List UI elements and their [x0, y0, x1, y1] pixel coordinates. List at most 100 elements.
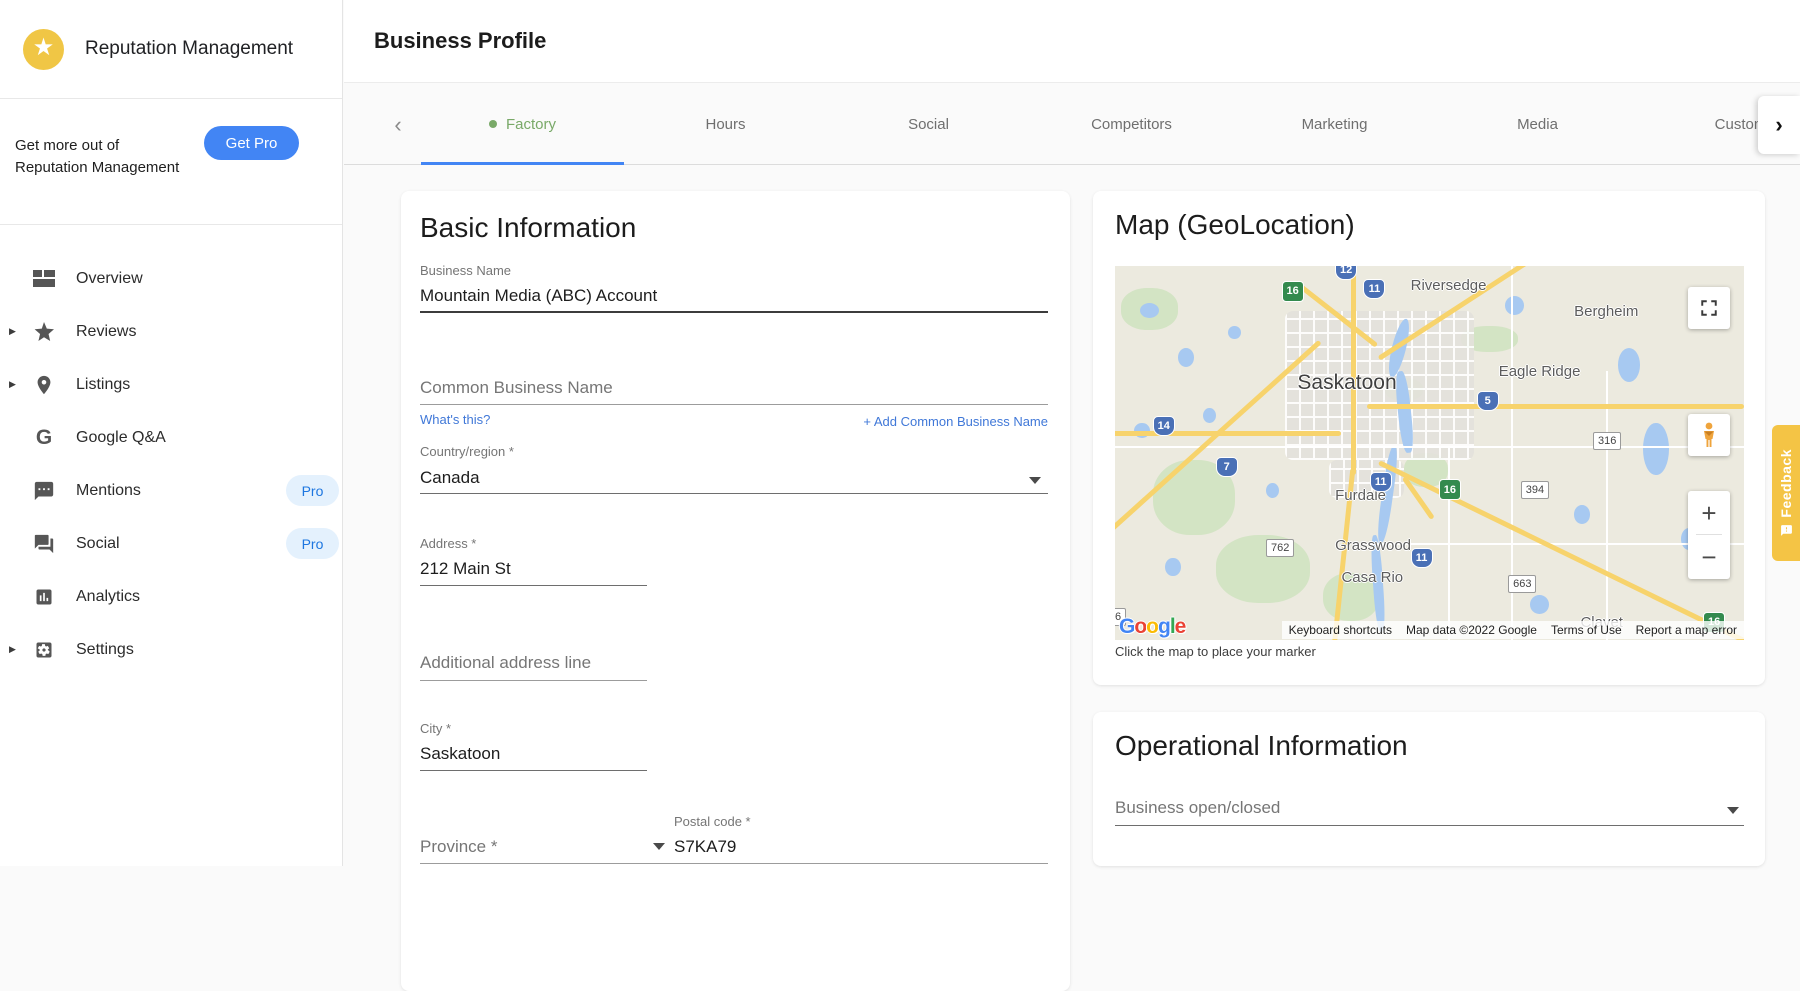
expand-caret-icon[interactable]: ▶: [9, 379, 19, 390]
sidebar-item-label: Analytics: [76, 588, 140, 606]
input-underline: [1115, 825, 1744, 826]
keyboard-shortcuts-link[interactable]: Keyboard shortcuts: [1282, 621, 1399, 639]
route-shield-316: 316: [1593, 432, 1621, 450]
business-name-input[interactable]: Mountain Media (ABC) Account: [420, 286, 657, 306]
address-input[interactable]: 212 Main St: [420, 559, 511, 579]
map-road: [1606, 371, 1608, 640]
tab-label: Factory: [506, 116, 556, 133]
card-title: Basic Information: [420, 212, 636, 244]
expand-caret-icon[interactable]: ▶: [9, 326, 19, 337]
common-business-name-input[interactable]: Common Business Name: [420, 378, 613, 398]
input-underline: [420, 680, 647, 681]
fullscreen-button[interactable]: [1688, 287, 1730, 329]
sidebar-item-google-qa[interactable]: G Google Q&A: [0, 411, 342, 464]
sidebar-item-overview[interactable]: Overview: [0, 252, 342, 305]
zoom-out-button[interactable]: −: [1688, 535, 1730, 578]
app-logo: ★: [23, 29, 64, 70]
gear-icon: [32, 638, 56, 662]
tab-hours[interactable]: Hours: [624, 84, 827, 164]
business-name-label: Business Name: [420, 263, 511, 278]
feedback-icon: [1780, 524, 1793, 537]
sidebar-item-listings[interactable]: ▶ Listings: [0, 358, 342, 411]
country-region-select[interactable]: Canada: [420, 468, 480, 488]
promo-section: Get more out of Reputation Management Ge…: [0, 99, 342, 225]
route-shield-11: 11: [1411, 548, 1433, 568]
tab-marketing[interactable]: Marketing: [1233, 84, 1436, 164]
feedback-label: Feedback: [1778, 449, 1794, 518]
additional-address-input[interactable]: Additional address line: [420, 653, 591, 673]
map-lake: [1203, 408, 1216, 423]
sidebar-item-label: Overview: [76, 270, 143, 288]
tab-competitors[interactable]: Competitors: [1030, 84, 1233, 164]
sidebar-item-mentions[interactable]: Mentions Pro: [0, 464, 342, 517]
tab-factory[interactable]: Factory: [421, 84, 624, 164]
business-open-closed-select[interactable]: Business open/closed: [1115, 798, 1280, 818]
chevron-down-icon[interactable]: [1727, 807, 1739, 814]
tabs-row: Factory Hours Social Competitors Marketi…: [421, 84, 1800, 164]
input-underline: [420, 863, 1048, 864]
map-lake: [1618, 348, 1640, 382]
map-label-eagle-ridge: Eagle Ridge: [1499, 363, 1581, 380]
input-underline: [420, 311, 1048, 313]
route-shield-7: 7: [1216, 457, 1238, 477]
route-shield-11: 11: [1363, 279, 1385, 299]
expand-caret-icon[interactable]: ▶: [9, 644, 19, 655]
terms-of-use-link[interactable]: Terms of Use: [1544, 621, 1629, 639]
sidebar-item-analytics[interactable]: Analytics: [0, 570, 342, 623]
city-label: City *: [420, 721, 451, 736]
sidebar-nav: Overview ▶ Reviews ▶ Listings G Google Q…: [0, 225, 342, 676]
card-title: Operational Information: [1115, 730, 1408, 762]
zoom-in-button[interactable]: +: [1688, 491, 1730, 534]
route-shield-16: 16: [1282, 281, 1304, 302]
tab-media[interactable]: Media: [1436, 84, 1639, 164]
speech-bubble-icon: [32, 479, 56, 503]
tab-label: Marketing: [1302, 116, 1368, 133]
map-lake: [1266, 483, 1279, 498]
tab-social[interactable]: Social: [827, 84, 1030, 164]
input-underline: [420, 770, 647, 771]
forum-chat-icon: [32, 532, 56, 556]
feedback-tab[interactable]: Feedback: [1772, 425, 1800, 561]
sidebar: ★ Reputation Management Get more out of …: [0, 0, 343, 866]
map-lake: [1165, 558, 1181, 577]
google-map[interactable]: Saskatoon Riversedge Bergheim Eagle Ridg…: [1115, 266, 1744, 640]
star-logo-icon: ★: [33, 36, 55, 60]
input-underline: [420, 493, 1048, 494]
route-shield-16: 16: [1439, 479, 1461, 500]
country-region-label: Country/region *: [420, 444, 514, 459]
sidebar-item-label: Google Q&A: [76, 429, 166, 447]
sidebar-item-social[interactable]: Social Pro: [0, 517, 342, 570]
city-input[interactable]: Saskatoon: [420, 744, 500, 764]
pro-badge: Pro: [286, 475, 339, 506]
chevron-down-icon[interactable]: [1029, 477, 1041, 484]
postal-code-input[interactable]: S7KA79: [674, 837, 736, 857]
whats-this-link[interactable]: What's this?: [420, 412, 490, 427]
sidebar-item-reviews[interactable]: ▶ Reviews: [0, 305, 342, 358]
dashboard-icon: [32, 267, 56, 291]
map-lake: [1643, 423, 1668, 475]
star-icon: [32, 320, 56, 344]
route-shield-762: 762: [1266, 539, 1294, 557]
map-greenery: [1216, 535, 1310, 602]
report-map-error-link[interactable]: Report a map error: [1629, 621, 1744, 639]
map-label-casa-rio: Casa Rio: [1341, 569, 1403, 586]
tabs-scroll-left-button[interactable]: ‹: [384, 108, 412, 142]
sidebar-item-label: Social: [76, 535, 120, 553]
province-select[interactable]: Province *: [420, 837, 497, 857]
map-label-bergheim: Bergheim: [1574, 303, 1638, 320]
map-highway: [1115, 431, 1341, 436]
sidebar-item-label: Reviews: [76, 323, 136, 341]
street-view-pegman-button[interactable]: [1688, 414, 1730, 456]
tabs-scroll-right-button[interactable]: ›: [1758, 96, 1800, 154]
chevron-down-icon[interactable]: [653, 843, 665, 850]
add-common-business-name-link[interactable]: + Add Common Business Name: [863, 414, 1048, 429]
promo-line1: Get more out of: [15, 135, 179, 157]
status-dot-icon: [489, 120, 497, 128]
sidebar-item-label: Settings: [76, 641, 134, 659]
tab-label: Competitors: [1091, 116, 1172, 133]
active-tab-indicator: [421, 162, 624, 165]
bar-chart-icon: [32, 585, 56, 609]
sidebar-item-settings[interactable]: ▶ Settings: [0, 623, 342, 676]
location-pin-icon: [32, 373, 56, 397]
get-pro-button[interactable]: Get Pro: [204, 126, 299, 160]
